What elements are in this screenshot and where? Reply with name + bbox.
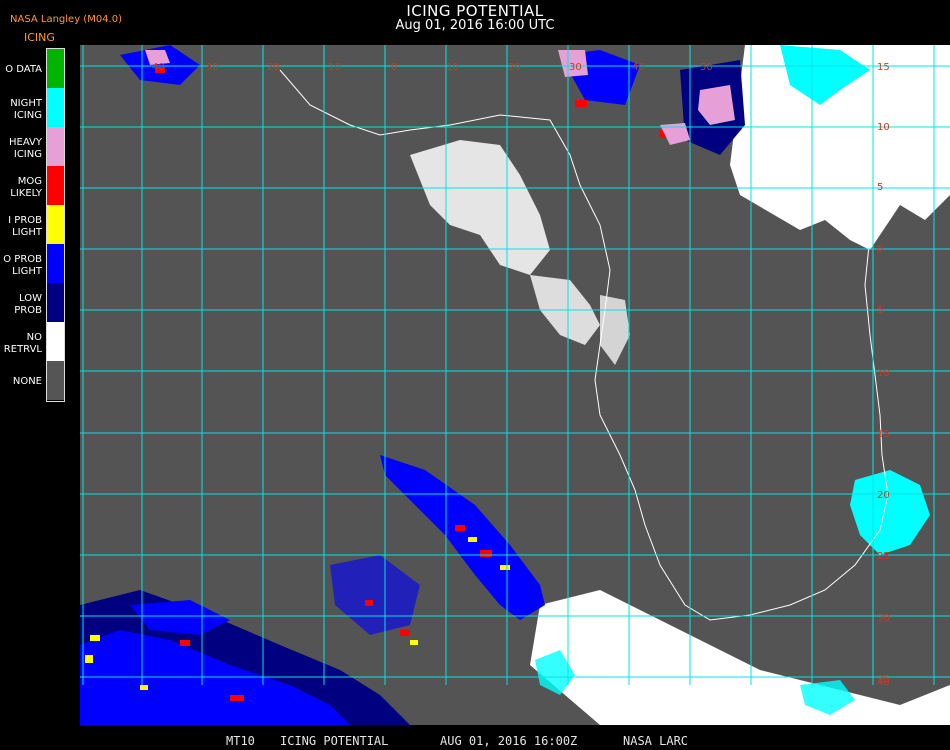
legend-label-heavy-icing: HEAVY ICING [9, 137, 42, 160]
longitude-label: 30 [206, 62, 219, 73]
footer-satellite: MT10 [226, 734, 255, 748]
hi-prob-speck [500, 565, 510, 570]
product-label: ICING [24, 31, 55, 44]
longitude-label: 0 [391, 62, 397, 73]
legend-label-mog-likely: MOG LIKELY [10, 176, 42, 199]
legend-label-night-icing: NIGHT ICING [10, 98, 42, 121]
hi-prob-speck [140, 685, 148, 690]
latitude-label: 5 [877, 182, 883, 193]
legend-swatch-no-data [47, 49, 64, 88]
latitude-label: 20 [877, 490, 890, 501]
latitude-label: 30 [877, 613, 890, 624]
latitude-label: 10 [877, 122, 890, 133]
map-timestamp: Aug 01, 2016 16:00 UTC [395, 18, 555, 33]
legend-label-no-retrvl: NO RETRVL [3, 332, 42, 355]
hi-prob-speck [90, 635, 100, 641]
footer-source: NASA LARC [623, 734, 689, 748]
icing-map[interactable]: 40 30 20 10 0 10 20 30 40 50 15105051015202530354… [80, 45, 950, 725]
producer-label: NASA Langley (M04.0) [10, 14, 122, 25]
latitude-label: 15 [877, 429, 890, 440]
legend-swatch-mog-likely [47, 166, 64, 205]
legend-label-none: NONE [12, 376, 42, 387]
mog-speck [455, 525, 465, 531]
legend-swatch-lo-prob-light [47, 244, 64, 283]
footer-date: AUG 01, 2016 16:00Z [440, 734, 578, 748]
longitude-label: 20 [508, 62, 521, 73]
footer-product: ICING POTENTIAL [280, 734, 389, 748]
longitude-label: 40 [152, 62, 165, 73]
legend-swatch-none [47, 361, 64, 400]
legend-label-lo-prob-light: O PROB LIGHT [3, 254, 42, 277]
mog-speck [180, 640, 190, 646]
legend-swatch-no-retrvl [47, 322, 64, 361]
latitude-label: 40 [877, 677, 890, 688]
legend-swatch-night-icing [47, 88, 64, 127]
latitude-label: 15 [877, 62, 890, 73]
longitude-label: 40 [632, 62, 645, 73]
legend-swatch-heavy-icing [47, 127, 64, 166]
mog-speck [230, 695, 244, 701]
legend-label-no-data: O DATA [5, 64, 42, 75]
legend-label-hi-prob-light: I PROB LIGHT [8, 215, 42, 238]
hi-prob-speck [468, 537, 477, 542]
mog-speck [575, 100, 587, 107]
hi-prob-speck [85, 655, 93, 663]
mog-speck [480, 550, 492, 557]
footer-bar: MT10 ICING POTENTIAL AUG 01, 2016 16:00Z… [0, 732, 950, 750]
longitude-label: 10 [446, 62, 459, 73]
latitude-label: 25 [877, 551, 890, 562]
hi-prob-speck [410, 640, 418, 645]
legend-color-bar [46, 48, 65, 402]
latitude-label: 0 [877, 244, 883, 255]
legend-swatch-hi-prob-light [47, 205, 64, 244]
latitude-label: 5 [877, 305, 883, 316]
mog-speck [400, 630, 410, 636]
longitude-label: 10 [328, 62, 341, 73]
longitude-label: 50 [700, 62, 713, 73]
legend-label-low-prob: LOW PROB [14, 293, 42, 316]
mog-speck [365, 600, 373, 606]
longitude-label: 30 [569, 62, 582, 73]
legend-swatch-low-prob [47, 283, 64, 322]
longitude-label: 20 [267, 62, 280, 73]
latitude-label: 10 [877, 368, 890, 379]
